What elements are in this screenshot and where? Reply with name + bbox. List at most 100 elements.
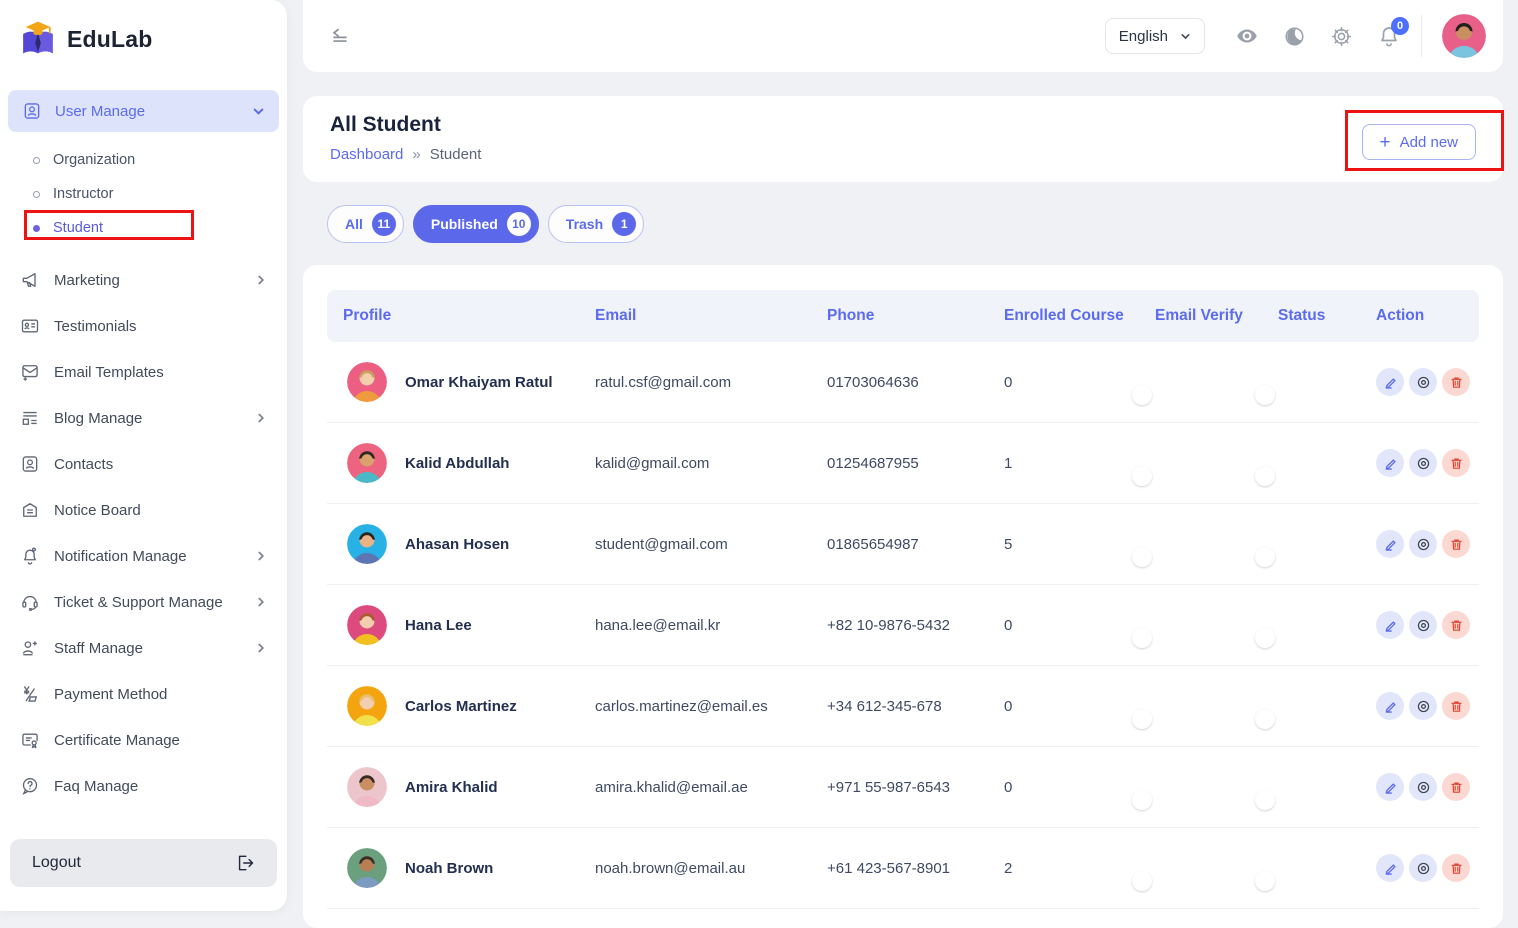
sidebar-item-certificate-manage[interactable]: Certificate Manage — [0, 717, 287, 763]
student-email: carlos.martinez@email.es — [595, 698, 827, 715]
delete-button[interactable] — [1442, 530, 1470, 558]
nav-label: Certificate Manage — [54, 732, 180, 749]
faq-icon — [20, 776, 40, 796]
enrolled-course-count: 5 — [1004, 536, 1155, 553]
row-actions — [1376, 692, 1479, 720]
delete-button[interactable] — [1442, 449, 1470, 477]
logout-label: Logout — [32, 854, 81, 872]
sidebar-group-user-manage[interactable]: User Manage — [8, 90, 279, 132]
view-button[interactable] — [1409, 530, 1437, 558]
sub-item-label: Student — [53, 220, 103, 236]
edit-button[interactable] — [1376, 368, 1404, 396]
settings-gear-icon[interactable] — [1330, 25, 1353, 48]
nav-label: Marketing — [54, 272, 120, 289]
theme-moon-icon[interactable] — [1283, 25, 1306, 48]
view-button[interactable] — [1409, 692, 1437, 720]
sidebar-item-notification-manage[interactable]: Notification Manage — [0, 533, 287, 579]
row-actions — [1376, 449, 1479, 477]
sidebar-item-student[interactable]: Student — [0, 211, 287, 245]
student-avatar — [347, 524, 387, 564]
pencil-icon — [1383, 618, 1398, 633]
sidebar-item-marketing[interactable]: Marketing — [0, 257, 287, 303]
filter-trash[interactable]: Trash 1 — [548, 205, 644, 243]
edit-button[interactable] — [1376, 611, 1404, 639]
filter-label: Trash — [566, 216, 603, 232]
eye-icon — [1416, 456, 1431, 471]
delete-button[interactable] — [1442, 368, 1470, 396]
enrolled-course-count: 1 — [1004, 455, 1155, 472]
student-phone: +82 10-9876-5432 — [827, 617, 1004, 634]
sidebar-item-organization[interactable]: Organization — [0, 143, 287, 177]
language-select[interactable]: English — [1105, 18, 1205, 54]
view-button[interactable] — [1409, 773, 1437, 801]
sidebar-item-instructor[interactable]: Instructor — [0, 177, 287, 211]
sidebar-item-payment-method[interactable]: Payment Method — [0, 671, 287, 717]
student-phone: 01254687955 — [827, 455, 1004, 472]
breadcrumb-dashboard-link[interactable]: Dashboard — [330, 146, 403, 163]
student-email: amira.khalid@email.ae — [595, 779, 827, 796]
view-button[interactable] — [1409, 449, 1437, 477]
nav-label: Faq Manage — [54, 778, 138, 795]
enrolled-course-count: 2 — [1004, 860, 1155, 877]
chevron-right-icon — [255, 642, 267, 654]
user-avatar[interactable] — [1442, 14, 1486, 58]
trash-icon — [1449, 375, 1464, 390]
eye-icon — [1416, 780, 1431, 795]
sidebar-item-contacts[interactable]: Contacts — [0, 441, 287, 487]
edit-button[interactable] — [1376, 773, 1404, 801]
notification-bell[interactable]: 0 — [1377, 24, 1401, 48]
logout-button[interactable]: Logout — [10, 839, 277, 887]
edit-button[interactable] — [1376, 530, 1404, 558]
delete-button[interactable] — [1442, 692, 1470, 720]
add-new-label: Add new — [1400, 134, 1458, 151]
view-button[interactable] — [1409, 368, 1437, 396]
column-header-email: Email — [595, 307, 827, 325]
sidebar-collapse-icon[interactable] — [329, 25, 351, 47]
student-avatar — [347, 605, 387, 645]
sidebar-item-testimonials[interactable]: Testimonials — [0, 303, 287, 349]
delete-button[interactable] — [1442, 854, 1470, 882]
sidebar-item-email-templates[interactable]: Email Templates — [0, 349, 287, 395]
sidebar-item-ticket-support[interactable]: Ticket & Support Manage — [0, 579, 287, 625]
notification-badge: 0 — [1391, 17, 1409, 35]
row-actions — [1376, 773, 1479, 801]
trash-icon — [1449, 699, 1464, 714]
sidebar: EduLab User Manage Organization Instruct… — [0, 0, 287, 911]
profile-cell: Kalid Abdullah — [327, 443, 595, 483]
table-row: Amira Khalid amira.khalid@email.ae +971 … — [327, 747, 1479, 828]
student-email: hana.lee@email.kr — [595, 617, 827, 634]
sidebar-item-faq-manage[interactable]: Faq Manage — [0, 763, 287, 809]
profile-cell: Ahasan Hosen — [327, 524, 595, 564]
edit-button[interactable] — [1376, 692, 1404, 720]
chevron-right-icon — [255, 550, 267, 562]
sidebar-item-notice-board[interactable]: Notice Board — [0, 487, 287, 533]
eye-icon — [1416, 861, 1431, 876]
edit-button[interactable] — [1376, 854, 1404, 882]
profile-cell: Omar Khaiyam Ratul — [327, 362, 595, 402]
breadcrumb: Dashboard » Student — [330, 146, 1476, 163]
delete-button[interactable] — [1442, 773, 1470, 801]
filter-published[interactable]: Published 10 — [413, 205, 539, 243]
sidebar-item-blog-manage[interactable]: Blog Manage — [0, 395, 287, 441]
view-button[interactable] — [1409, 854, 1437, 882]
eye-icon[interactable] — [1235, 24, 1259, 48]
table-header-row: Profile Email Phone Enrolled Course Emai… — [327, 290, 1479, 342]
sidebar-item-staff-manage[interactable]: Staff Manage — [0, 625, 287, 671]
user-manage-sublist: Organization Instructor Student — [0, 132, 287, 249]
student-email: noah.brown@email.au — [595, 860, 827, 877]
table-row: Kalid Abdullah kalid@gmail.com 012546879… — [327, 423, 1479, 504]
student-name: Kalid Abdullah — [405, 455, 509, 472]
view-button[interactable] — [1409, 611, 1437, 639]
delete-button[interactable] — [1442, 611, 1470, 639]
add-new-button[interactable]: + Add new — [1362, 124, 1476, 160]
user-plus-icon — [20, 638, 40, 658]
table-row: Omar Khaiyam Ratul ratul.csf@gmail.com 0… — [327, 342, 1479, 423]
edit-button[interactable] — [1376, 449, 1404, 477]
table-row: Hana Lee hana.lee@email.kr +82 10-9876-5… — [327, 585, 1479, 666]
enrolled-course-count: 0 — [1004, 698, 1155, 715]
column-header-enrolled: Enrolled Course — [1004, 307, 1155, 325]
filter-all[interactable]: All 11 — [327, 205, 404, 243]
enrolled-course-count: 0 — [1004, 617, 1155, 634]
headset-icon — [20, 592, 40, 612]
chevron-right-icon — [255, 274, 267, 286]
